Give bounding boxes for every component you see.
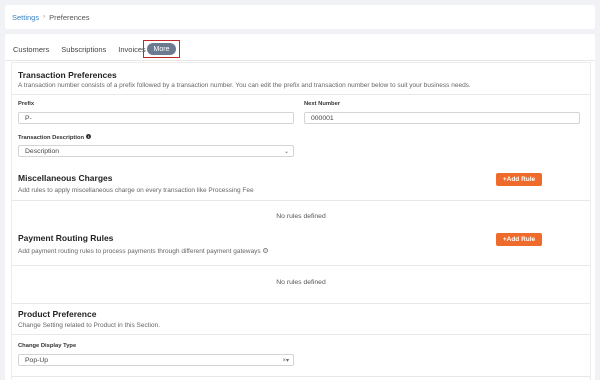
preferences-card: Customers Subscriptions Invoices More Tr… [5, 34, 595, 380]
misc-charges-empty-state: No rules defined [276, 213, 326, 220]
preferences-content: Transaction Preferences A transaction nu… [11, 62, 591, 380]
info-icon[interactable]: i [86, 134, 92, 139]
transaction-preferences-description: A transaction number consists of a prefi… [18, 82, 471, 89]
payment-routing-description: Add payment routing rules to process pay… [18, 248, 261, 255]
next-number-input[interactable]: 000001 [304, 112, 580, 124]
prefix-label: Prefix [18, 101, 35, 107]
payment-routing-title: Payment Routing Rules [18, 233, 114, 243]
prefix-input[interactable]: P- [18, 112, 294, 124]
transaction-preferences-title: Transaction Preferences [18, 70, 117, 80]
section-divider [12, 94, 590, 95]
transaction-description-label: Transaction Description i [18, 134, 92, 141]
chevron-down-icon: ⌄ [283, 149, 289, 155]
transaction-description-label-text: Transaction Description [18, 135, 85, 141]
next-number-label: Next Number [304, 101, 341, 107]
section-divider [12, 334, 590, 335]
display-type-select[interactable]: Pop-Up ×▾ [18, 354, 294, 366]
display-type-value: Pop-Up [25, 356, 49, 364]
tab-bar: Customers Subscriptions Invoices More [13, 40, 180, 58]
section-divider [12, 200, 590, 201]
clear-and-chevron-icon: ×▾ [282, 358, 289, 364]
breadcrumb-separator: › [43, 14, 46, 20]
breadcrumb-settings-link[interactable]: Settings [12, 13, 39, 22]
product-preference-title: Product Preference [18, 309, 97, 319]
tab-subscriptions[interactable]: Subscriptions [61, 45, 106, 54]
payment-routing-description-row: Add payment routing rules to process pay… [18, 248, 268, 255]
transaction-description-select-value: Description [25, 147, 59, 155]
breadcrumb-current: Preferences [49, 12, 90, 22]
section-divider [12, 303, 590, 304]
tab-invoices[interactable]: Invoices [118, 45, 146, 54]
misc-charges-add-rule-button[interactable]: +Add Rule [496, 173, 542, 186]
breadcrumb-bar: Settings › Preferences [5, 5, 595, 29]
section-divider [12, 376, 590, 377]
misc-charges-title: Miscellaneous Charges [18, 173, 113, 183]
tab-more[interactable]: More [147, 43, 176, 55]
next-number-value: 000001 [311, 114, 334, 122]
prefix-value: P- [25, 114, 32, 122]
transaction-description-select[interactable]: Description ⌄ [18, 145, 294, 157]
tabs-divider [5, 60, 595, 61]
help-circle-icon[interactable]: ? [262, 248, 268, 253]
product-preference-description: Change Setting related to Product in thi… [18, 322, 161, 329]
payment-routing-add-rule-button[interactable]: +Add Rule [496, 233, 542, 246]
payment-routing-empty-state: No rules defined [276, 279, 326, 286]
tab-customers[interactable]: Customers [13, 45, 49, 54]
section-divider [12, 265, 590, 266]
misc-charges-description: Add rules to apply miscellaneous charge … [18, 187, 254, 194]
display-type-label: Change Display Type [18, 343, 77, 349]
